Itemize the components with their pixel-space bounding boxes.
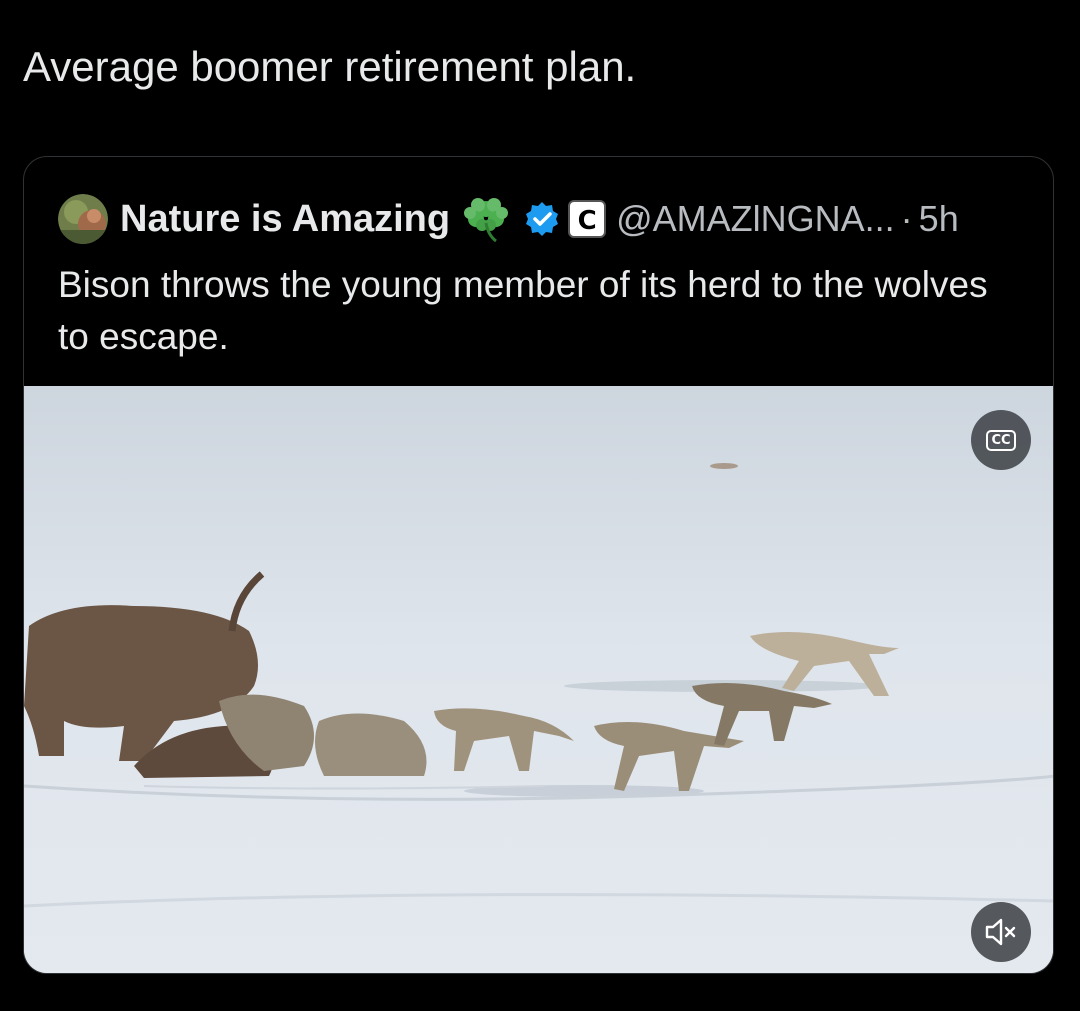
quoted-post-card[interactable]: Nature is Amazing C @AMAZlNGNA... · 5h B… xyxy=(23,156,1054,974)
affiliate-badge[interactable]: C xyxy=(568,200,607,238)
author-name[interactable]: Nature is Amazing xyxy=(120,198,450,241)
quoted-post-header: Nature is Amazing C @AMAZlNGNA... · 5h xyxy=(58,193,959,245)
captions-button[interactable]: CC xyxy=(971,410,1031,470)
timestamp[interactable]: 5h xyxy=(919,198,959,240)
volume-muted-icon xyxy=(985,918,1016,946)
shamrock-icon xyxy=(464,198,509,243)
video-player[interactable]: CC xyxy=(24,386,1053,973)
avatar[interactable] xyxy=(58,194,108,244)
video-frame xyxy=(24,386,1053,973)
separator-dot: · xyxy=(900,198,913,239)
verified-badge-icon xyxy=(526,202,559,236)
post-text: Average boomer retirement plan. xyxy=(23,43,637,90)
mute-button[interactable] xyxy=(971,902,1031,962)
quoted-post-text: Bison throws the young member of its her… xyxy=(58,264,988,357)
captions-icon: CC xyxy=(986,429,1016,451)
author-handle[interactable]: @AMAZlNGNA... xyxy=(616,198,895,240)
